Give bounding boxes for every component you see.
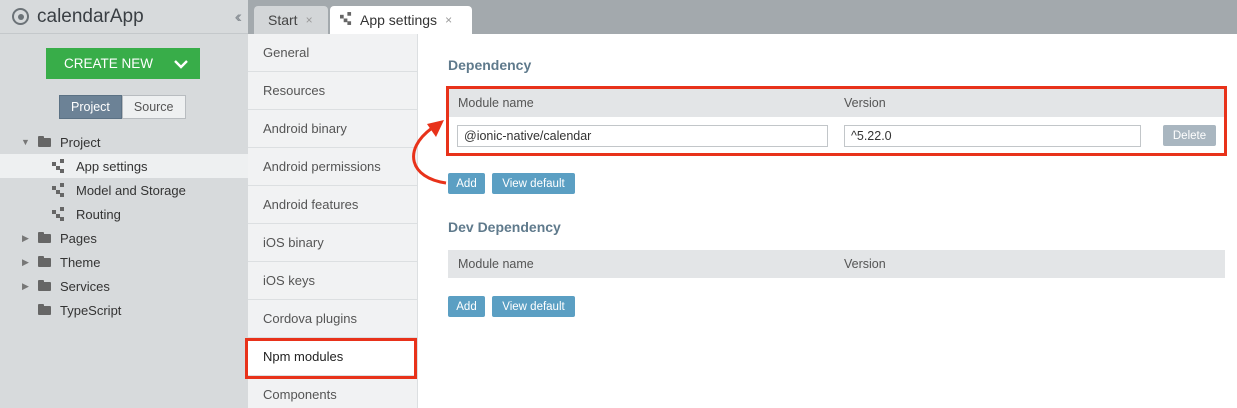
tree-item-typescript[interactable]: TypeScript [0,298,248,322]
tree-item-model-and-storage[interactable]: Model and Storage [0,178,248,202]
chevron-down-icon[interactable] [162,59,200,69]
nav-item-cordova-plugins[interactable]: Cordova plugins [248,300,417,338]
caret-right-icon[interactable]: ▶ [22,233,29,244]
tree-item-app-settings[interactable]: App settings [0,154,248,178]
version-header: Version [844,257,886,271]
annotation-arrow-icon [412,120,447,185]
version-input[interactable] [844,125,1141,147]
nav-item-resources[interactable]: Resources [248,72,417,110]
tree-item-label: App settings [76,158,148,174]
settings-file-icon [340,12,352,28]
tree-item-routing[interactable]: Routing [0,202,248,226]
project-tree: ▼ Project App settings Model and Storage… [0,130,248,322]
module-name-header: Module name [458,257,534,271]
add-dev-dependency-button[interactable]: Add [448,296,485,317]
nav-item-android-features[interactable]: Android features [248,186,417,224]
dev-dependency-title: Dev Dependency [448,219,561,235]
folder-icon [38,304,51,315]
routing-file-icon [52,207,65,221]
tree-item-label: Theme [60,254,101,270]
dependency-row: Delete [448,118,1225,151]
tree-item-theme[interactable]: ▶ Theme [0,250,248,274]
source-tab[interactable]: Source [121,95,186,119]
app-header: calendarApp [0,0,248,34]
folder-icon [38,232,51,243]
project-tab[interactable]: Project [59,95,122,119]
settings-file-icon [52,159,65,173]
tree-item-label: Pages [60,230,97,246]
caret-right-icon[interactable]: ▶ [22,257,29,268]
delete-button[interactable]: Delete [1163,125,1216,146]
module-name-input[interactable] [457,125,828,147]
app-title: calendarApp [37,5,144,27]
tree-item-label: Model and Storage [76,182,186,198]
npm-modules-panel: Dependency Module name Version Delete Ad… [418,34,1237,408]
create-new-button[interactable]: CREATE NEW [46,48,200,79]
tab-start[interactable]: Start × [254,6,328,34]
module-name-header: Module name [458,96,534,110]
caret-right-icon[interactable]: ▶ [22,281,29,292]
tree-item-pages[interactable]: ▶ Pages [0,226,248,250]
tree-item-project[interactable]: ▼ Project [0,130,248,154]
nav-item-general[interactable]: General [248,34,417,72]
editor-tab-bar: Start × App settings × [248,0,1237,34]
nav-item-android-binary[interactable]: Android binary [248,110,417,148]
nav-item-ios-keys[interactable]: iOS keys [248,262,417,300]
tab-label: Start [268,12,298,28]
tree-item-label: Routing [76,206,121,222]
tree-item-label: TypeScript [60,302,122,318]
folder-icon [38,280,51,291]
settings-nav: General Resources Android binary Android… [248,34,418,408]
create-new-label: CREATE NEW [64,56,154,71]
tree-item-services[interactable]: ▶ Services [0,274,248,298]
tab-label: App settings [360,12,438,28]
caret-down-icon[interactable]: ▼ [21,137,30,147]
view-default-dev-dependency-button[interactable]: View default [492,296,575,317]
tab-app-settings[interactable]: App settings × [330,6,472,34]
dependency-title: Dependency [448,57,532,73]
nav-item-ios-binary[interactable]: iOS binary [248,224,417,262]
double-chevron-left-icon[interactable]: ‹‹ [235,7,243,27]
tree-item-label: Services [60,278,110,294]
app-logo-icon [12,8,29,25]
nav-item-components[interactable]: Components [248,376,417,408]
close-icon[interactable]: × [306,13,313,27]
tree-item-label: Project [60,134,101,150]
project-sidebar: calendarApp ‹‹ CREATE NEW Project Source… [0,0,248,408]
folder-icon [38,256,51,267]
dev-dependency-table-header: Module name Version [448,250,1225,278]
dependency-table-header: Module name Version [448,89,1225,117]
project-source-toggle: Project Source [59,95,186,119]
close-icon[interactable]: × [445,13,452,27]
model-file-icon [52,183,65,197]
version-header: Version [844,96,886,110]
nav-item-npm-modules[interactable]: Npm modules [248,338,417,376]
folder-icon [38,136,51,147]
nav-item-android-permissions[interactable]: Android permissions [248,148,417,186]
view-default-dependency-button[interactable]: View default [492,173,575,194]
